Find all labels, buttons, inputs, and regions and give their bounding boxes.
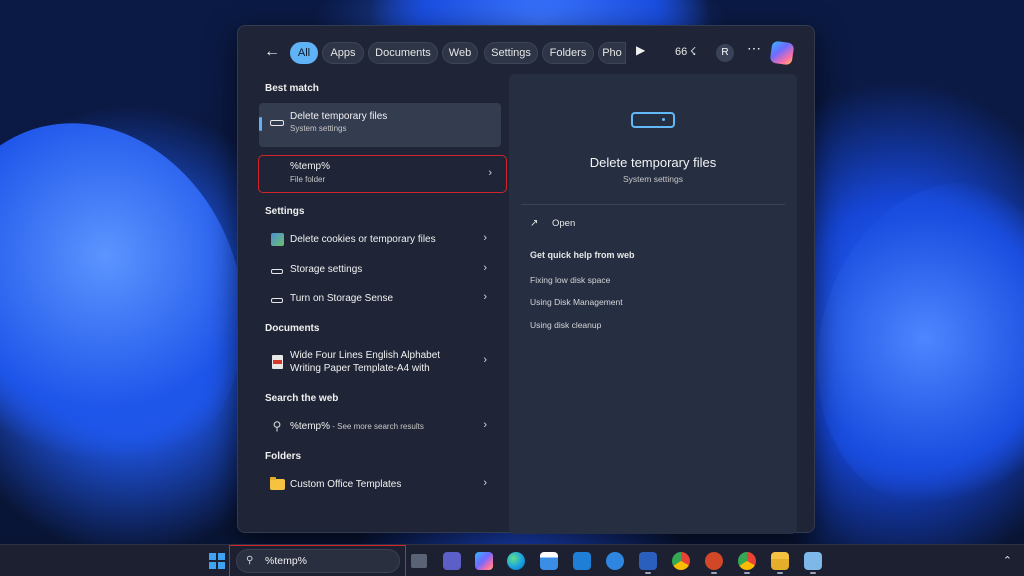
open-external-icon: ↗ [530, 218, 539, 229]
result-subtitle: System settings [290, 124, 347, 133]
temp-folder-result[interactable]: %temp% File folder › [258, 155, 507, 193]
search-icon: ⚲ [272, 419, 282, 433]
filter-folders[interactable]: Folders [542, 42, 594, 64]
chrome-profile-icon[interactable] [738, 552, 756, 570]
copilot-taskbar-icon[interactable] [475, 552, 493, 570]
help-link-low-disk[interactable]: Fixing low disk space [530, 275, 610, 285]
document-title-line1: Wide Four Lines English Alphabet [290, 350, 441, 361]
running-indicator [744, 572, 750, 574]
detail-subtitle: System settings [623, 174, 683, 184]
filter-bar: ← All Apps Documents Web Settings Folder… [238, 26, 814, 74]
taskbar: ⚲ %temp% ⌃ [0, 544, 1024, 576]
result-title: Delete temporary files [290, 111, 388, 122]
back-arrow-icon[interactable]: ← [264, 43, 280, 61]
word-icon[interactable] [639, 552, 657, 570]
weather-app-icon[interactable] [573, 552, 591, 570]
detail-pane: Delete temporary files System settings ↗… [509, 74, 797, 534]
chrome-icon[interactable] [672, 552, 690, 570]
search-value: %temp% [265, 555, 308, 567]
chevron-right-icon: › [488, 167, 492, 179]
rewards-count: 66 [675, 46, 688, 58]
task-view-icon[interactable] [411, 554, 427, 568]
search-icon: ⚲ [246, 555, 254, 566]
best-match-result[interactable]: Delete temporary files System settings [259, 103, 501, 147]
web-search-query: %temp% [290, 421, 331, 432]
pdf-icon [269, 355, 285, 369]
filter-documents[interactable]: Documents [368, 42, 438, 64]
detail-title: Delete temporary files [589, 155, 717, 170]
list-item-label: Custom Office Templates [290, 479, 402, 490]
help-heading: Get quick help from web [530, 250, 635, 260]
play-icon[interactable]: ▶ [636, 43, 645, 57]
drive-icon [269, 117, 285, 131]
windows-start-icon[interactable] [209, 553, 225, 569]
settings-item-storage[interactable]: Storage settings › [259, 255, 501, 285]
chevron-right-icon: › [483, 232, 487, 244]
settings-item-storage-sense[interactable]: Turn on Storage Sense › [259, 284, 501, 314]
photos-icon[interactable] [606, 552, 624, 570]
result-title: %temp% [290, 161, 331, 172]
drive-icon [631, 112, 675, 128]
chevron-right-icon: › [483, 419, 487, 431]
selection-accent [259, 117, 262, 131]
filter-apps[interactable]: Apps [322, 42, 364, 64]
store-icon[interactable] [540, 552, 558, 570]
help-link-disk-cleanup[interactable]: Using disk cleanup [530, 320, 601, 330]
document-result[interactable]: Wide Four Lines English Alphabet Writing… [259, 342, 501, 382]
help-link-disk-management[interactable]: Using Disk Management [530, 297, 623, 307]
teams-icon[interactable] [443, 552, 461, 570]
drive-icon [269, 294, 285, 308]
snipping-tool-icon[interactable] [804, 552, 822, 570]
copilot-icon[interactable] [769, 40, 795, 66]
filter-photos[interactable]: Pho [598, 42, 626, 64]
avatar[interactable]: R [716, 44, 734, 62]
search-panel: ← All Apps Documents Web Settings Folder… [237, 25, 815, 534]
list-item-label: Delete cookies or temporary files [290, 234, 436, 245]
settings-item-delete-cookies[interactable]: Delete cookies or temporary files › [259, 225, 501, 255]
running-indicator [711, 572, 717, 574]
running-indicator [645, 572, 651, 574]
chevron-right-icon: › [483, 354, 487, 366]
filter-web[interactable]: Web [442, 42, 478, 64]
open-label: Open [552, 218, 576, 229]
filter-all[interactable]: All [290, 42, 318, 64]
running-indicator [777, 572, 783, 574]
cookie-settings-icon [269, 233, 285, 247]
folder-icon [269, 477, 285, 493]
powerpoint-icon[interactable] [705, 552, 723, 570]
result-subtitle: File folder [290, 175, 326, 184]
drive-icon [269, 265, 285, 279]
trophy-icon[interactable]: ☇ [690, 45, 696, 58]
section-search-web: Search the web [265, 393, 339, 404]
open-action[interactable]: ↗ Open [530, 218, 575, 229]
show-hidden-icons-chevron-icon[interactable]: ⌃ [1003, 554, 1012, 567]
web-search-label: %temp% - See more search results [290, 421, 424, 432]
filter-settings[interactable]: Settings [484, 42, 538, 64]
taskbar-search-input[interactable]: ⚲ %temp% [236, 549, 400, 573]
web-search-suffix: - See more search results [330, 422, 424, 431]
list-item-label: Storage settings [290, 264, 363, 275]
document-title-line2: Writing Paper Template-A4 with [290, 363, 430, 374]
edge-icon[interactable] [507, 552, 525, 570]
web-search-result[interactable]: ⚲ %temp% - See more search results › [259, 412, 501, 442]
section-folders: Folders [265, 451, 302, 462]
divider [521, 204, 785, 205]
section-best-match: Best match [265, 83, 319, 94]
section-settings: Settings [265, 206, 305, 217]
list-item-label: Turn on Storage Sense [290, 293, 394, 304]
file-explorer-icon[interactable] [771, 552, 789, 570]
chevron-right-icon: › [483, 262, 487, 274]
chevron-right-icon: › [483, 291, 487, 303]
folder-result[interactable]: Custom Office Templates › [259, 470, 501, 500]
more-options-icon[interactable]: ⋯ [747, 40, 761, 57]
running-indicator [810, 572, 816, 574]
chevron-right-icon: › [483, 477, 487, 489]
wallpaper-bloom-right [781, 151, 1024, 539]
section-documents: Documents [265, 323, 320, 334]
